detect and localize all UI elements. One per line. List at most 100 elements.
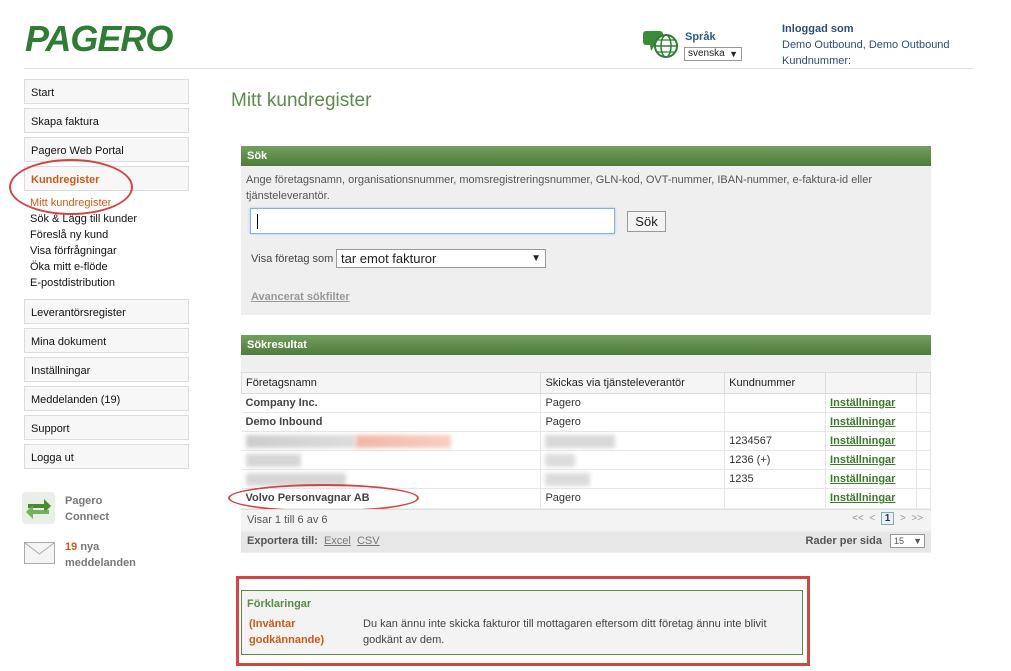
table-row[interactable]: 1234567 Inställningar — [241, 431, 932, 451]
messages-word: nya — [80, 541, 100, 553]
cell-provider: Pagero — [540, 488, 726, 508]
export-csv-link[interactable]: CSV — [357, 535, 380, 547]
search-panel-header: Sök — [241, 146, 931, 166]
cell-customer-number: 1234567 — [724, 431, 827, 451]
pagero-logo[interactable]: PAGERO — [25, 18, 173, 60]
column-header-customer-number[interactable]: Kundnummer — [724, 372, 827, 394]
pager-last[interactable]: >> — [911, 513, 923, 524]
user-name: Demo Outbound, Demo Outbound — [782, 39, 950, 51]
cell-company-redacted — [241, 431, 542, 451]
sidebar-subitem-increase-eflow[interactable]: Öka mitt e-flöde — [30, 261, 108, 273]
table-header-row: Företagsnamn Skickas via tjänsteleverant… — [240, 372, 932, 394]
text-caret — [257, 214, 258, 229]
sidebar-item-web-portal[interactable]: Pagero Web Portal — [24, 137, 189, 162]
cell-company: Demo Inbound — [241, 412, 542, 432]
column-header-actions — [825, 372, 917, 394]
search-button[interactable]: Sök — [627, 211, 666, 232]
language-select-value: svenska — [688, 48, 725, 59]
show-companies-select[interactable]: tar emot fakturor ▼ — [336, 249, 546, 268]
export-label: Exportera till: — [247, 535, 318, 547]
cell-customer-number — [724, 488, 827, 508]
sidebar-subitem-requests[interactable]: Visa förfrågningar — [30, 245, 117, 257]
pagero-connect-icon[interactable] — [22, 492, 55, 524]
chevron-down-icon: ▼ — [531, 253, 541, 264]
sidebar-item-logout[interactable]: Logga ut — [24, 444, 189, 469]
cell-provider-redacted — [540, 469, 726, 489]
connect-line2: Connect — [65, 511, 109, 523]
chevron-down-icon: ▼ — [729, 49, 738, 59]
show-companies-label: Visa företag som — [251, 253, 334, 265]
messages-count: 19 — [65, 541, 78, 553]
results-count: Visar 1 till 6 av 6 — [247, 514, 328, 526]
advanced-filter-link[interactable]: Avancerat sökfilter — [251, 291, 350, 303]
table-row[interactable]: 1236 (+) Inställningar — [241, 450, 932, 470]
rows-per-page-value: 15 — [894, 536, 905, 546]
sidebar-item-start[interactable]: Start — [24, 79, 189, 104]
cell-company-redacted — [241, 450, 542, 470]
language-select[interactable]: svenska ▼ — [684, 47, 742, 61]
sidebar-subitem-search-add[interactable]: Sök & Lägg till kunder — [30, 213, 137, 225]
chevron-down-icon: ▼ — [913, 536, 922, 546]
legend-description: Du kan ännu inte skicka fakturor till mo… — [363, 618, 767, 646]
cell-provider-redacted — [540, 450, 726, 470]
settings-link[interactable]: Inställningar — [830, 435, 895, 447]
cell-customer-number — [724, 393, 827, 413]
export-excel-link[interactable]: Excel — [324, 535, 351, 547]
cell-customer-number — [724, 412, 827, 432]
search-description: Ange företagsnamn, organisationsnummer, … — [246, 174, 873, 202]
legend-title: Förklaringar — [247, 598, 312, 610]
column-header-spacer — [915, 372, 932, 394]
sidebar-item-my-documents[interactable]: Mina dokument — [24, 328, 189, 353]
messages-line2: meddelanden — [65, 557, 136, 569]
cell-provider: Pagero — [540, 393, 726, 413]
annotation-circle — [9, 159, 133, 215]
annotation-circle — [228, 484, 419, 512]
pagination: << < 1 > >> — [852, 512, 923, 525]
sidebar-subitem-email-distribution[interactable]: E-postdistribution — [30, 277, 115, 289]
page-title: Mitt kundregister — [231, 90, 372, 111]
pager-next[interactable]: > — [900, 513, 906, 524]
rows-per-page: Rader per sida 15 ▼ — [806, 534, 925, 548]
language-globe-icon — [643, 31, 678, 58]
settings-link[interactable]: Inställningar — [830, 397, 895, 409]
results-panel-header: Sökresultat — [241, 335, 931, 355]
column-header-provider[interactable]: Skickas via tjänsteleverantör — [540, 372, 726, 394]
app-root: PAGERO Språk svenska ▼ Inloggad som Demo… — [0, 0, 1011, 671]
sidebar-subitem-suggest-customer[interactable]: Föreslå ny kund — [30, 229, 108, 241]
cell-customer-number: 1236 (+) — [724, 450, 827, 470]
customer-number-label: Kundnummer: — [782, 55, 852, 67]
settings-link[interactable]: Inställningar — [830, 492, 895, 504]
table-row[interactable]: Company Inc. Pagero Inställningar — [241, 393, 932, 413]
sidebar-item-messages[interactable]: Meddelanden (19) — [24, 386, 189, 411]
cell-company: Company Inc. — [241, 393, 542, 413]
settings-link[interactable]: Inställningar — [830, 454, 895, 466]
export-bar: Exportera till: Excel CSV Rader per sida… — [241, 532, 931, 552]
pager-current[interactable]: 1 — [880, 512, 895, 525]
user-info: Inloggad som Demo Outbound, Demo Outboun… — [782, 21, 950, 69]
settings-link[interactable]: Inställningar — [830, 473, 895, 485]
search-input[interactable] — [250, 208, 615, 234]
legend-term: (Inväntar godkännande) — [249, 618, 325, 646]
envelope-icon[interactable] — [24, 542, 55, 564]
logged-in-label: Inloggad som — [782, 23, 854, 35]
cell-provider-redacted — [540, 431, 726, 451]
pager-first[interactable]: << — [852, 513, 864, 524]
cell-customer-number: 1235 — [724, 469, 827, 489]
sidebar-item-settings[interactable]: Inställningar — [24, 357, 189, 382]
new-messages-link[interactable]: 19 nya meddelanden — [65, 539, 136, 571]
table-row[interactable]: Demo Inbound Pagero Inställningar — [241, 412, 932, 432]
sidebar-item-supplier-register[interactable]: Leverantörsregister — [24, 299, 189, 324]
header-divider — [24, 68, 973, 69]
cell-provider: Pagero — [540, 412, 726, 432]
sidebar-item-create-invoice[interactable]: Skapa faktura — [24, 108, 189, 133]
connect-line1: Pagero — [65, 495, 103, 507]
pager-prev[interactable]: < — [869, 513, 875, 524]
pagero-connect-link[interactable]: Pagero Connect — [65, 493, 109, 525]
rows-per-page-select[interactable]: 15 ▼ — [890, 534, 925, 548]
rows-per-page-label: Rader per sida — [805, 535, 882, 547]
language-label: Språk — [685, 31, 716, 43]
settings-link[interactable]: Inställningar — [830, 416, 895, 428]
column-header-company[interactable]: Företagsnamn — [240, 372, 542, 394]
results-footer: Visar 1 till 6 av 6 << < 1 > >> — [241, 509, 931, 530]
sidebar-item-support[interactable]: Support — [24, 415, 189, 440]
